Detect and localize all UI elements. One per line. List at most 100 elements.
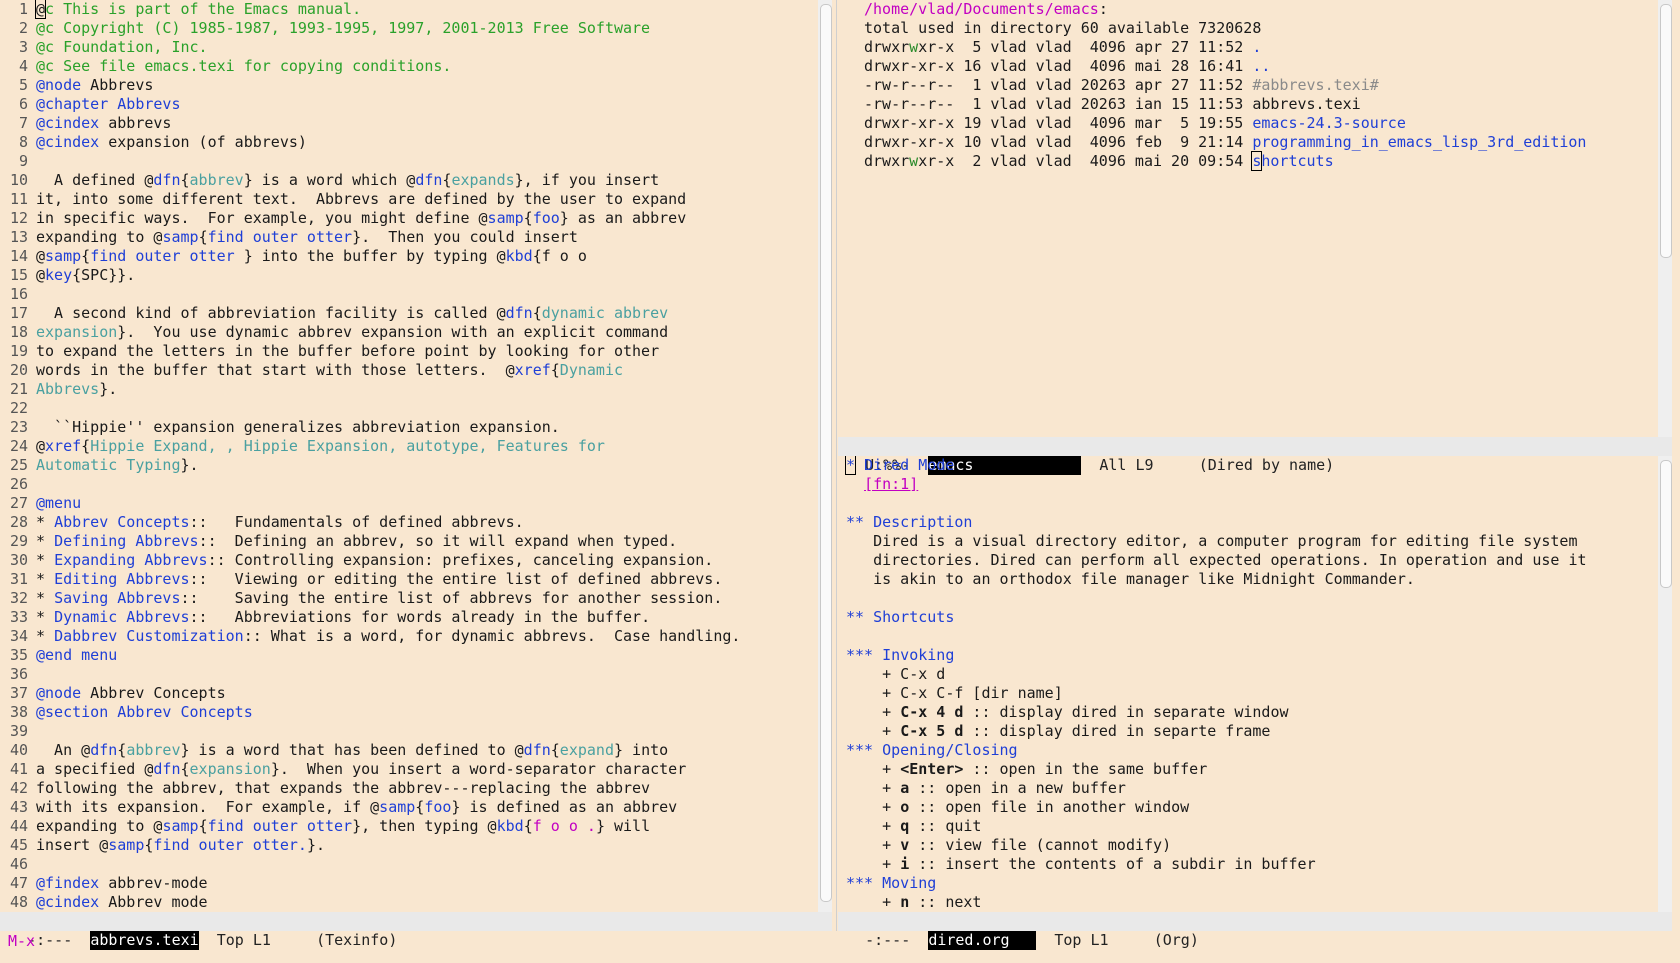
buffer-line[interactable]: 27 @menu — [0, 494, 818, 513]
org-line[interactable]: + v :: view file (cannot modify) — [846, 836, 1658, 855]
buffer-line[interactable]: 36 — [0, 665, 818, 684]
org-line[interactable] — [846, 494, 1658, 513]
text-segment: * — [36, 513, 55, 531]
window-divider[interactable] — [836, 0, 837, 931]
org-line[interactable]: + C-x C-f [dir name] — [846, 684, 1658, 703]
dired-header-line[interactable]: total used in directory 60 available 732… — [864, 19, 1658, 38]
org-line[interactable]: + C-x 5 d :: display dired in separte fr… — [846, 722, 1658, 741]
org-line[interactable]: + C-x 4 d :: display dired in separate w… — [846, 703, 1658, 722]
minibuffer[interactable]: M-x — [8, 932, 35, 951]
buffer-line[interactable]: 4 @c See file emacs.texi for copying cond… — [0, 57, 818, 76]
buffer-line[interactable]: 10 A defined @dfn{abbrev} is a word whic… — [0, 171, 818, 190]
buffer-line[interactable]: 46 — [0, 855, 818, 874]
buffer-line[interactable]: 5 @node Abbrevs — [0, 76, 818, 95]
org-line[interactable]: + a :: open in a new buffer — [846, 779, 1658, 798]
buffer-line[interactable]: 14 @samp{find outer otter } into the buff… — [0, 247, 818, 266]
org-line[interactable]: + o :: open file in another window — [846, 798, 1658, 817]
buffer-line[interactable]: 43 with its expansion. For example, if @s… — [0, 798, 818, 817]
buffer-line[interactable]: 40 An @dfn{abbrev} is a word that has be… — [0, 741, 818, 760]
left-scrollbar-thumb[interactable] — [820, 4, 832, 902]
org-line[interactable]: + q :: quit — [846, 817, 1658, 836]
buffer-line[interactable]: 12 in specific ways. For example, you mig… — [0, 209, 818, 228]
buffer-line[interactable]: 37 @node Abbrev Concepts — [0, 684, 818, 703]
buffer-line[interactable]: 42 following the abbrev, that expands the… — [0, 779, 818, 798]
buffer-line[interactable]: 30 * Expanding Abbrevs:: Controlling expa… — [0, 551, 818, 570]
buffer-line[interactable]: 1 @c This is part of the Emacs manual. — [0, 0, 818, 19]
buffer-line[interactable]: 8 @cindex expansion (of abbrevs) — [0, 133, 818, 152]
buffer-line[interactable]: 33 * Dynamic Abbrevs:: Abbreviations for … — [0, 608, 818, 627]
buffer-line[interactable]: 2 @c Copyright (C) 1985-1987, 1993-1995, … — [0, 19, 818, 38]
org-line[interactable]: + i :: insert the contents of a subdir i… — [846, 855, 1658, 874]
dired-file-entry[interactable]: -rw-r--r-- 1 vlad vlad 20263 ian 15 11:5… — [864, 95, 1658, 114]
org-line[interactable]: *** Moving — [846, 874, 1658, 893]
dired-buffer[interactable]: /home/vlad/Documents/emacs: total used in… — [838, 0, 1658, 437]
buffer-line[interactable]: 28 * Abbrev Concepts:: Fundamentals of de… — [0, 513, 818, 532]
text-segment: @cindex — [36, 893, 100, 911]
org-line[interactable]: + C-x d — [846, 665, 1658, 684]
dired-header-line[interactable]: /home/vlad/Documents/emacs: — [864, 0, 1658, 19]
org-line[interactable]: * Dired Mode — [844, 456, 1658, 475]
buffer-line[interactable]: 7 @cindex abbrevs — [0, 114, 818, 133]
modeline-buffer-name[interactable]: dired.org — [928, 931, 1037, 950]
buffer-line[interactable]: 24 @xref{Hippie Expand, , Hippie Expansio… — [0, 437, 818, 456]
text-segment: find outer otter — [207, 228, 353, 246]
buffer-line[interactable]: 45 insert @samp{find outer otter.}. — [0, 836, 818, 855]
buffer-line[interactable]: 26 — [0, 475, 818, 494]
buffer-line[interactable]: 41 a specified @dfn{expansion}. When you … — [0, 760, 818, 779]
buffer-line[interactable]: 32 * Saving Abbrevs:: Saving the entire l… — [0, 589, 818, 608]
buffer-line[interactable]: 18 expansion}. You use dynamic abbrev exp… — [0, 323, 818, 342]
org-line[interactable]: *** Invoking — [846, 646, 1658, 665]
modeline-mode[interactable]: (Texinfo) — [316, 931, 397, 949]
buffer-line[interactable]: 19 to expand the letters in the buffer be… — [0, 342, 818, 361]
org-line[interactable]: Dired is a visual directory editor, a co… — [846, 532, 1658, 551]
org-line[interactable]: + n :: next — [846, 893, 1658, 912]
buffer-line[interactable]: 31 * Editing Abbrevs:: Viewing or editing… — [0, 570, 818, 589]
buffer-line[interactable]: 3 @c Foundation, Inc. — [0, 38, 818, 57]
buffer-line[interactable]: 35 @end menu — [0, 646, 818, 665]
buffer-line[interactable]: 6 @chapter Abbrevs — [0, 95, 818, 114]
buffer-line[interactable]: 9 — [0, 152, 818, 171]
org-line[interactable]: directories. Dired can perform all expec… — [846, 551, 1658, 570]
buffer-line[interactable]: 17 A second kind of abbreviation facilit… — [0, 304, 818, 323]
dired-file-entry[interactable]: drwxr-xr-x 19 vlad vlad 4096 mar 5 19:55… — [864, 114, 1658, 133]
org-line[interactable]: is akin to an orthodox file manager like… — [846, 570, 1658, 589]
org-scrollbar-thumb[interactable] — [1660, 460, 1672, 588]
left-scrollbar[interactable] — [818, 0, 832, 912]
buffer-line[interactable]: 11 it, into some different text. Abbrevs … — [0, 190, 818, 209]
org-line[interactable]: *** Opening/Closing — [846, 741, 1658, 760]
org-scrollbar[interactable] — [1658, 456, 1672, 912]
text-segment: @c Foundation, Inc. — [36, 38, 208, 56]
org-buffer[interactable]: * Dired Mode [fn:1] ** Description Dired … — [838, 456, 1658, 912]
buffer-line[interactable]: 39 — [0, 722, 818, 741]
buffer-line[interactable]: 38 @section Abbrev Concepts — [0, 703, 818, 722]
dired-scrollbar-thumb[interactable] — [1660, 4, 1672, 258]
buffer-line[interactable]: 13 expanding to @samp{find outer otter}. … — [0, 228, 818, 247]
buffer-line[interactable]: 47 @findex abbrev-mode — [0, 874, 818, 893]
dired-file-entry[interactable]: drwxr-xr-x 16 vlad vlad 4096 mai 28 16:4… — [864, 57, 1658, 76]
buffer-line[interactable]: 34 * Dabbrev Customization:: What is a wo… — [0, 627, 818, 646]
buffer-line[interactable]: 21 Abbrevs}. — [0, 380, 818, 399]
buffer-line[interactable]: 22 — [0, 399, 818, 418]
buffer-line[interactable]: 16 — [0, 285, 818, 304]
buffer-line[interactable]: 44 expanding to @samp{find outer otter}, … — [0, 817, 818, 836]
dired-file-entry[interactable]: -rw-r--r-- 1 vlad vlad 20263 apr 27 11:5… — [864, 76, 1658, 95]
buffer-line[interactable]: 20 words in the buffer that start with th… — [0, 361, 818, 380]
buffer-line[interactable]: 29 * Defining Abbrevs:: Defining an abbre… — [0, 532, 818, 551]
dired-file-entry[interactable]: drwxr-xr-x 10 vlad vlad 4096 feb 9 21:14… — [864, 133, 1658, 152]
org-line[interactable]: ** Shortcuts — [846, 608, 1658, 627]
texinfo-buffer[interactable]: 1 @c This is part of the Emacs manual. 2 @c… — [0, 0, 818, 912]
buffer-line[interactable]: 48 @cindex Abbrev mode — [0, 893, 818, 912]
org-line[interactable]: [fn:1] — [846, 475, 1658, 494]
buffer-line[interactable]: 25 Automatic Typing}. — [0, 456, 818, 475]
org-line[interactable]: ** Description — [846, 513, 1658, 532]
dired-file-entry[interactable]: drwxrwxr-x 2 vlad vlad 4096 mai 20 09:54… — [864, 151, 1658, 171]
dired-file-entry[interactable]: drwxrwxr-x 5 vlad vlad 4096 apr 27 11:52… — [864, 38, 1658, 57]
org-line[interactable] — [846, 589, 1658, 608]
org-line[interactable]: + <Enter> :: open in the same buffer — [846, 760, 1658, 779]
org-line[interactable] — [846, 627, 1658, 646]
dired-scrollbar[interactable] — [1658, 0, 1672, 437]
buffer-line[interactable]: 23 ``Hippie'' expansion generalizes abbr… — [0, 418, 818, 437]
modeline-buffer-name[interactable]: abbrevs.texi — [90, 931, 199, 950]
buffer-line[interactable]: 15 @key{SPC}}. — [0, 266, 818, 285]
modeline-mode[interactable]: (Org) — [1154, 931, 1199, 949]
